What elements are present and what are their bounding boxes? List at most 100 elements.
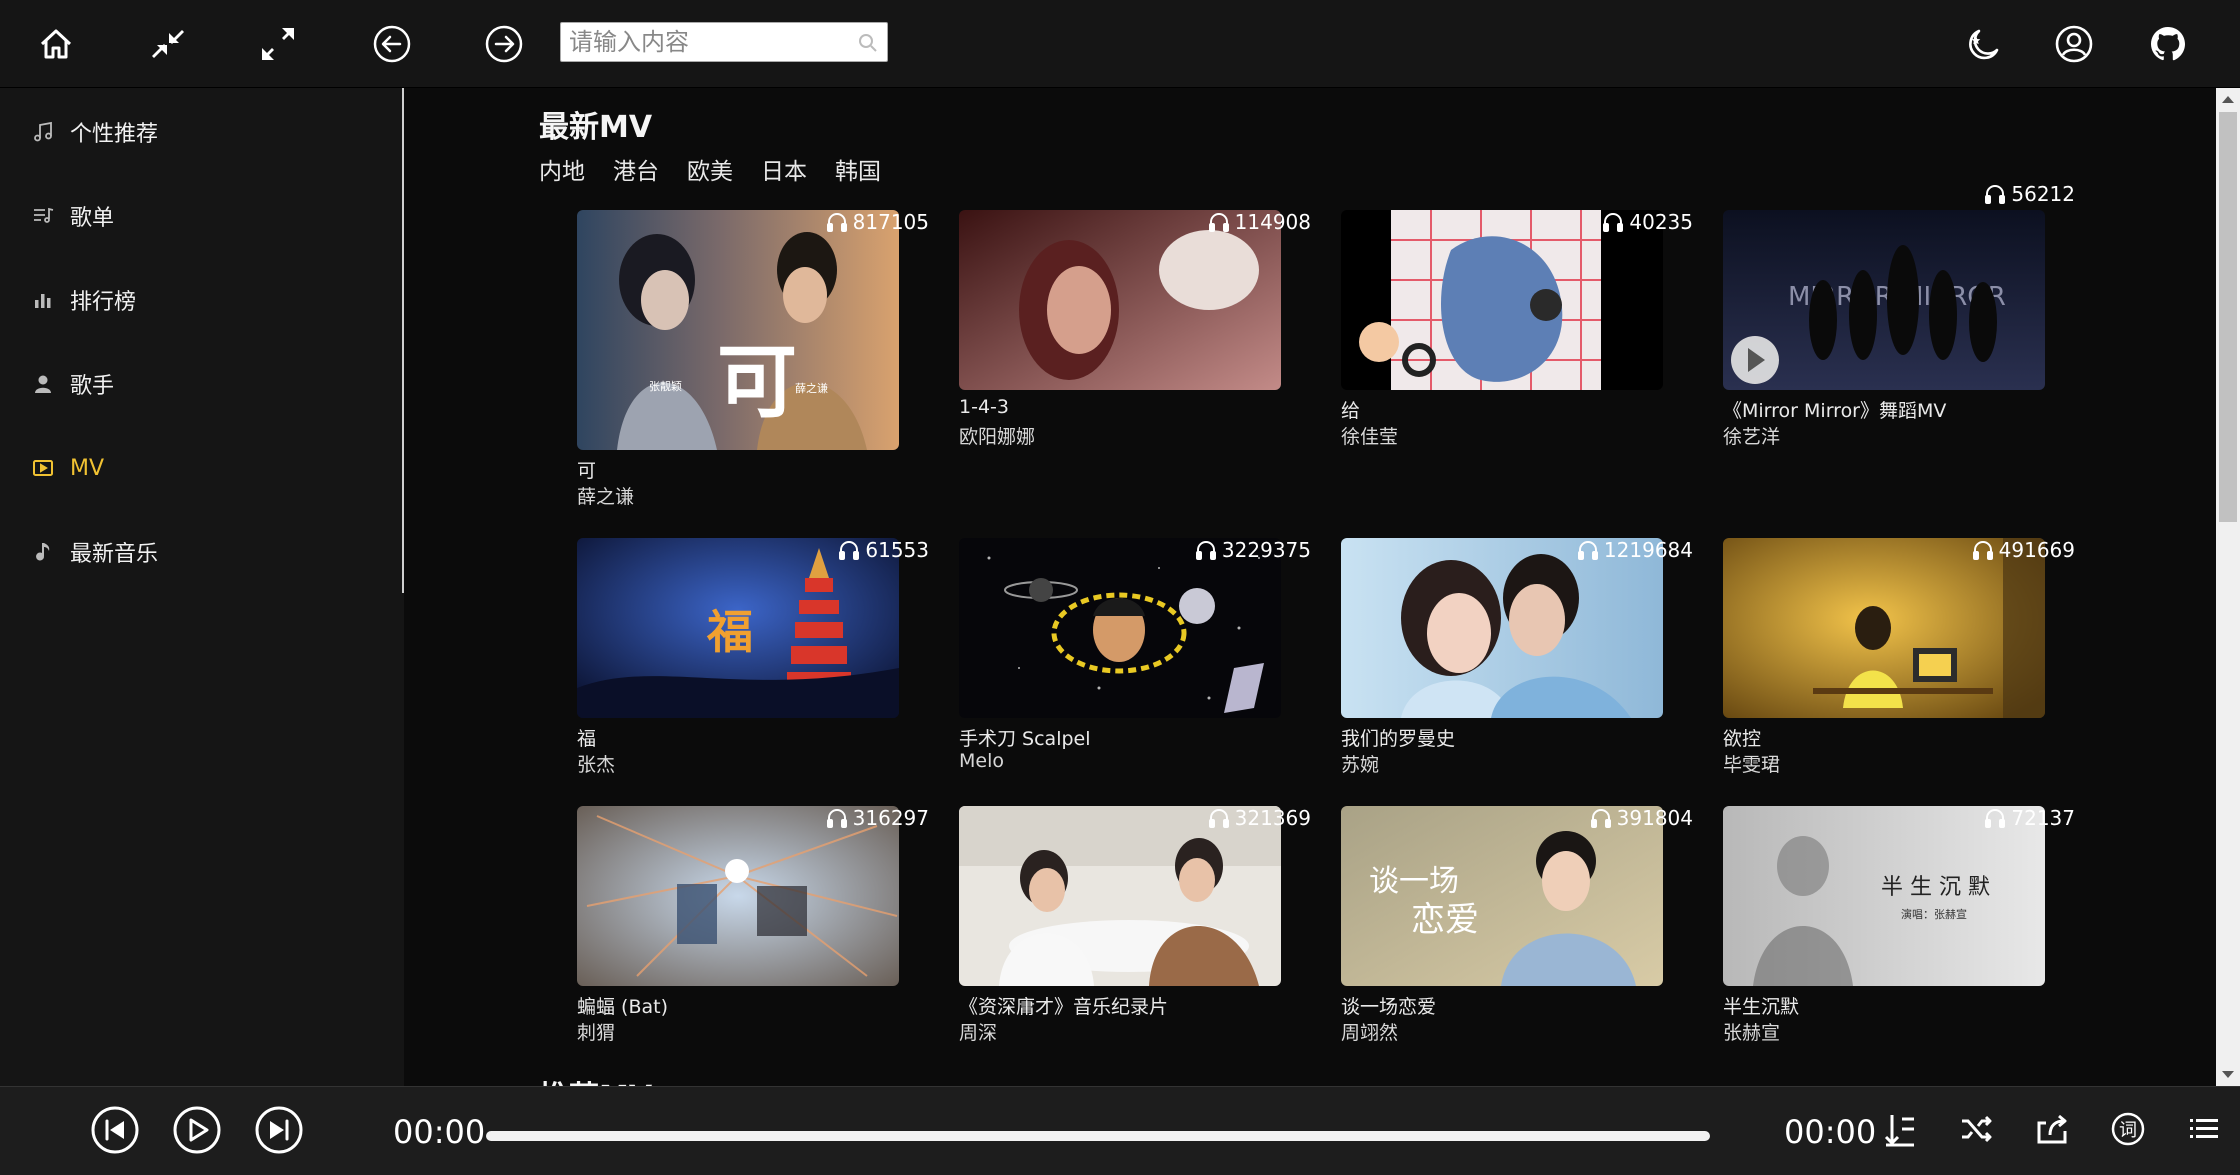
- mv-card[interactable]: 3229375 手术刀 Scalpel Melo: [959, 472, 1311, 772]
- lyrics-button[interactable]: 词: [2108, 1109, 2148, 1149]
- sidebar-item-label: MV: [70, 455, 105, 481]
- video-icon: [28, 453, 58, 483]
- play-count-value: 40235: [1629, 210, 1693, 234]
- mv-artist[interactable]: 欧阳娜娜: [959, 422, 1035, 449]
- mv-title[interactable]: 谈一场恋爱: [1341, 992, 1436, 1019]
- play-count: 56212: [1983, 182, 2075, 206]
- mv-title[interactable]: 1-4-3: [959, 396, 1009, 418]
- back-arrow-icon[interactable]: [366, 18, 418, 70]
- mv-artist[interactable]: 徐佳莹: [1341, 422, 1398, 449]
- menu-button[interactable]: [2184, 1109, 2224, 1149]
- headphone-icon: [1577, 541, 1598, 560]
- mv-thumbnail[interactable]: 半 生 沉 默 演唱：张赫宣: [1723, 806, 2045, 986]
- headphone-icon: [1590, 809, 1611, 828]
- forward-arrow-icon[interactable]: [478, 18, 530, 70]
- mv-thumbnail-text: 谈一场: [1369, 864, 1459, 899]
- play-count: 491669: [1971, 538, 2075, 562]
- mv-artist[interactable]: 徐艺洋: [1723, 422, 1780, 449]
- scroll-down-arrow-icon[interactable]: [2222, 1071, 2234, 1078]
- main-content: 最新MV 内地 港台 欧美 日本 韩国 可 张靓颖 薛之谦 817105 可 薛…: [404, 88, 2216, 1086]
- headphone-icon: [1603, 213, 1624, 232]
- mv-thumbnail[interactable]: [1723, 538, 2045, 718]
- playlist-order-button[interactable]: [1880, 1109, 1920, 1149]
- mv-thumbnail[interactable]: 福: [577, 538, 899, 718]
- mv-title[interactable]: 《资深庸才》音乐纪录片: [959, 992, 1168, 1019]
- mv-card[interactable]: 321369 《资深庸才》音乐纪录片 周深: [959, 740, 1311, 1044]
- compress-icon[interactable]: [142, 18, 194, 70]
- previous-track-button[interactable]: [88, 1103, 142, 1157]
- mv-card[interactable]: 491669 欲控 毕雯珺: [1723, 472, 2075, 776]
- shuffle-button[interactable]: [1956, 1109, 1996, 1149]
- night-mode-icon[interactable]: [1958, 18, 2010, 70]
- mv-title[interactable]: 半生沉默: [1723, 992, 1799, 1019]
- mv-card[interactable]: 40235 给 徐佳莹: [1341, 144, 1693, 448]
- play-count-value: 321369: [1234, 806, 1311, 830]
- next-track-icon: [255, 1106, 303, 1154]
- headphone-icon: [1985, 809, 2006, 828]
- sidebar-item-label: 个性推荐: [70, 122, 159, 147]
- current-time: 00:00: [393, 1113, 486, 1151]
- mv-card[interactable]: 114908 1-4-3 欧阳娜娜: [959, 144, 1311, 448]
- mv-thumbnail-text: 恋爱: [1411, 900, 1479, 940]
- play-count: 61553: [837, 538, 929, 562]
- mv-card[interactable]: 316297 蝙蝠 (Bat) 刺猬: [577, 740, 929, 1044]
- play-count: 114908: [1207, 210, 1311, 234]
- music-note-icon: [28, 117, 58, 147]
- scroll-up-arrow-icon[interactable]: [2222, 96, 2234, 103]
- mv-title[interactable]: 给: [1341, 396, 1360, 423]
- play-count: 1219684: [1576, 538, 1693, 562]
- play-button[interactable]: [170, 1103, 224, 1157]
- lyrics-glyph: 词: [2119, 1120, 2137, 1141]
- mv-card[interactable]: 1219684 我们的罗曼史 苏婉: [1341, 472, 1693, 776]
- mv-thumbnail-text: 可: [717, 335, 797, 429]
- mv-card[interactable]: 半 生 沉 默 演唱：张赫宣 72137 半生沉默 张赫宣: [1723, 740, 2075, 1044]
- scrollbar-thumb[interactable]: [2219, 112, 2237, 522]
- mv-artist[interactable]: 张赫宣: [1723, 1018, 1780, 1045]
- sidebar-item-mv[interactable]: MV: [28, 446, 104, 490]
- search-icon[interactable]: [857, 32, 879, 54]
- share-icon: [2037, 1114, 2067, 1144]
- expand-icon[interactable]: [252, 18, 304, 70]
- scrollbar[interactable]: [2216, 88, 2240, 1086]
- mv-thumbnail[interactable]: [959, 806, 1281, 986]
- search-input[interactable]: [561, 23, 841, 61]
- next-track-button[interactable]: [252, 1103, 306, 1157]
- mv-artist[interactable]: 周翊然: [1341, 1018, 1398, 1045]
- progress-bar[interactable]: [486, 1131, 1710, 1141]
- mv-thumbnail[interactable]: 可 张靓颖 薛之谦: [577, 210, 899, 450]
- mv-thumbnail[interactable]: 谈一场 恋爱: [1341, 806, 1663, 986]
- play-count-value: 1219684: [1603, 538, 1693, 562]
- mv-thumbnail[interactable]: [1341, 210, 1663, 390]
- mv-artist[interactable]: 刺猬: [577, 1018, 615, 1045]
- user-icon[interactable]: [2048, 18, 2100, 70]
- sidebar-item-recommend[interactable]: 个性推荐: [28, 110, 158, 154]
- mv-card[interactable]: 可 张靓颖 薛之谦 817105 可 薛之谦: [577, 144, 929, 508]
- sidebar-item-new-music[interactable]: 最新音乐: [28, 530, 158, 574]
- player-bar: 00:00 00:00 词: [0, 1086, 2240, 1175]
- mv-title[interactable]: 《Mirror Mirror》舞蹈MV: [1723, 396, 1946, 423]
- mv-thumbnail[interactable]: MIRROR MIRROR: [1723, 210, 2045, 390]
- mv-thumbnail[interactable]: [959, 210, 1281, 390]
- section-title: 最新MV: [539, 110, 653, 145]
- sidebar-item-playlist[interactable]: 歌单: [28, 194, 114, 238]
- play-icon: [173, 1106, 221, 1154]
- play-count: 3229375: [1194, 538, 1311, 562]
- mv-thumbnail[interactable]: [1341, 538, 1663, 718]
- mv-card[interactable]: 福 61553 福 张杰: [577, 472, 929, 776]
- play-count-value: 491669: [1998, 538, 2075, 562]
- share-button[interactable]: [2032, 1109, 2072, 1149]
- play-count: 817105: [825, 210, 929, 234]
- github-icon[interactable]: [2142, 18, 2194, 70]
- mv-artist[interactable]: 周深: [959, 1018, 997, 1045]
- home-icon[interactable]: [30, 18, 82, 70]
- mv-title[interactable]: 蝙蝠 (Bat): [577, 992, 668, 1019]
- mv-thumbnail[interactable]: [959, 538, 1281, 718]
- play-count: 391804: [1589, 806, 1693, 830]
- mv-thumbnail[interactable]: [577, 806, 899, 986]
- sidebar-item-singer[interactable]: 歌手: [28, 362, 114, 406]
- mv-thumbnail-text: 福: [706, 605, 753, 659]
- mv-card[interactable]: 谈一场 恋爱 391804 谈一场恋爱 周翊然: [1341, 740, 1693, 1044]
- mv-card[interactable]: MIRROR MIRROR 56212 《Mirror Mirror》舞蹈MV …: [1723, 144, 2075, 448]
- sidebar-item-ranking[interactable]: 排行榜: [28, 278, 136, 322]
- search-box[interactable]: [560, 22, 888, 62]
